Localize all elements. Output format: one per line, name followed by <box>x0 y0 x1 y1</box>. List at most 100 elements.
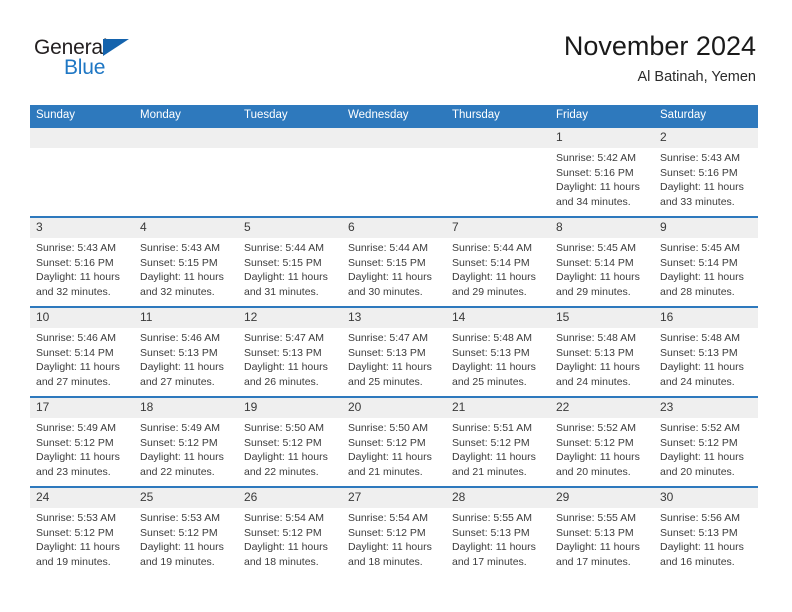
weekday-header-wednesday: Wednesday <box>342 105 446 127</box>
day-details: Sunrise: 5:55 AM Sunset: 5:13 PM Daylight:… <box>446 508 550 569</box>
day-number <box>238 128 342 148</box>
sunset-time: Sunset: 5:12 PM <box>452 436 530 449</box>
daylight-duration-line1: Daylight: 11 hours <box>140 271 224 284</box>
daylight-duration-line2: and 24 minutes. <box>556 375 631 388</box>
daylight-duration-line1: Daylight: 11 hours <box>556 541 640 554</box>
calendar-day-cell[interactable]: 30 Sunrise: 5:56 AM Sunset: 5:13 PM Dayligh… <box>654 486 758 576</box>
brand-name-blue: Blue <box>64 56 106 79</box>
sunset-time: Sunset: 5:12 PM <box>140 526 218 539</box>
daylight-duration-line2: and 25 minutes. <box>348 375 423 388</box>
calendar-day-cell[interactable]: 5 Sunrise: 5:44 AM Sunset: 5:15 PM Daylight… <box>238 216 342 307</box>
sunset-time: Sunset: 5:12 PM <box>348 526 426 539</box>
calendar-day-cell[interactable]: 12 Sunrise: 5:47 AM Sunset: 5:13 PM Dayligh… <box>238 306 342 397</box>
calendar-day-cell[interactable]: 11 Sunrise: 5:46 AM Sunset: 5:13 PM Dayligh… <box>134 306 238 397</box>
calendar-day-cell[interactable]: 25 Sunrise: 5:53 AM Sunset: 5:12 PM Dayligh… <box>134 486 238 576</box>
sunset-time: Sunset: 5:12 PM <box>36 526 114 539</box>
sunrise-time: Sunrise: 5:45 AM <box>660 242 740 254</box>
weekday-header-friday: Friday <box>550 105 654 127</box>
day-number: 16 <box>654 308 758 328</box>
calendar-day-cell[interactable]: 10 Sunrise: 5:46 AM Sunset: 5:14 PM Dayligh… <box>30 306 134 397</box>
day-details: Sunrise: 5:53 AM Sunset: 5:12 PM Daylight:… <box>134 508 238 569</box>
sunrise-time: Sunrise: 5:44 AM <box>244 242 324 254</box>
calendar-day-cell[interactable]: 27 Sunrise: 5:54 AM Sunset: 5:12 PM Dayligh… <box>342 486 446 576</box>
title-block: November 2024 Al Batinah, Yemen <box>564 30 756 87</box>
calendar-day-cell[interactable]: 13 Sunrise: 5:47 AM Sunset: 5:13 PM Dayligh… <box>342 306 446 397</box>
day-details: Sunrise: 5:45 AM Sunset: 5:14 PM Daylight:… <box>550 238 654 299</box>
brand-logo[interactable]: General Blue <box>34 36 164 86</box>
daylight-duration-line2: and 33 minutes. <box>660 195 735 208</box>
calendar-day-cell[interactable]: 23 Sunrise: 5:52 AM Sunset: 5:12 PM Dayligh… <box>654 396 758 487</box>
calendar-day-cell[interactable]: 24 Sunrise: 5:53 AM Sunset: 5:12 PM Dayligh… <box>30 486 134 576</box>
calendar-day-cell[interactable]: 16 Sunrise: 5:48 AM Sunset: 5:13 PM Dayligh… <box>654 306 758 397</box>
calendar-day-cell[interactable]: 22 Sunrise: 5:52 AM Sunset: 5:12 PM Dayligh… <box>550 396 654 487</box>
daylight-duration-line2: and 34 minutes. <box>556 195 631 208</box>
day-details: Sunrise: 5:44 AM Sunset: 5:15 PM Daylight:… <box>342 238 446 299</box>
sunrise-time: Sunrise: 5:48 AM <box>660 332 740 344</box>
day-number: 26 <box>238 488 342 508</box>
calendar-day-cell[interactable]: 15 Sunrise: 5:48 AM Sunset: 5:13 PM Dayligh… <box>550 306 654 397</box>
day-number: 1 <box>550 128 654 148</box>
calendar-table: Sunday Monday Tuesday Wednesday Thursday… <box>30 105 758 576</box>
daylight-duration-line2: and 21 minutes. <box>452 465 527 478</box>
sunset-time: Sunset: 5:13 PM <box>452 346 530 359</box>
calendar-day-cell[interactable]: 2 Sunrise: 5:43 AM Sunset: 5:16 PM Daylight… <box>654 126 758 217</box>
sunrise-time: Sunrise: 5:52 AM <box>660 422 740 434</box>
calendar-day-cell[interactable]: 20 Sunrise: 5:50 AM Sunset: 5:12 PM Dayligh… <box>342 396 446 487</box>
calendar-day-cell[interactable]: 19 Sunrise: 5:50 AM Sunset: 5:12 PM Dayligh… <box>238 396 342 487</box>
daylight-duration-line2: and 28 minutes. <box>660 285 735 298</box>
calendar-day-cell[interactable]: 17 Sunrise: 5:49 AM Sunset: 5:12 PM Dayligh… <box>30 396 134 487</box>
day-number: 19 <box>238 398 342 418</box>
calendar-week-row: 3 Sunrise: 5:43 AM Sunset: 5:16 PM Daylight… <box>30 216 758 307</box>
day-details: Sunrise: 5:55 AM Sunset: 5:13 PM Daylight:… <box>550 508 654 569</box>
calendar-week-row: 1 Sunrise: 5:42 AM Sunset: 5:16 PM Daylight… <box>30 126 758 217</box>
calendar-day-cell[interactable]: 21 Sunrise: 5:51 AM Sunset: 5:12 PM Dayligh… <box>446 396 550 487</box>
day-number: 25 <box>134 488 238 508</box>
day-number: 9 <box>654 218 758 238</box>
day-number <box>342 128 446 148</box>
calendar-day-cell[interactable]: 9 Sunrise: 5:45 AM Sunset: 5:14 PM Daylight… <box>654 216 758 307</box>
daylight-duration-line2: and 20 minutes. <box>660 465 735 478</box>
day-number: 6 <box>342 218 446 238</box>
calendar-day-cell[interactable]: 4 Sunrise: 5:43 AM Sunset: 5:15 PM Daylight… <box>134 216 238 307</box>
calendar-page: General Blue November 2024 Al Batinah, Y… <box>0 0 792 612</box>
daylight-duration-line1: Daylight: 11 hours <box>660 181 744 194</box>
calendar-day-cell[interactable]: 14 Sunrise: 5:48 AM Sunset: 5:13 PM Dayligh… <box>446 306 550 397</box>
daylight-duration-line2: and 30 minutes. <box>348 285 423 298</box>
calendar-day-cell[interactable]: 29 Sunrise: 5:55 AM Sunset: 5:13 PM Dayligh… <box>550 486 654 576</box>
daylight-duration-line1: Daylight: 11 hours <box>452 271 536 284</box>
sunrise-time: Sunrise: 5:54 AM <box>348 512 428 524</box>
daylight-duration-line1: Daylight: 11 hours <box>556 181 640 194</box>
sunset-time: Sunset: 5:14 PM <box>660 256 738 269</box>
sunrise-time: Sunrise: 5:55 AM <box>556 512 636 524</box>
sunrise-time: Sunrise: 5:51 AM <box>452 422 532 434</box>
day-number: 21 <box>446 398 550 418</box>
sunset-time: Sunset: 5:13 PM <box>660 346 738 359</box>
sunset-time: Sunset: 5:15 PM <box>348 256 426 269</box>
calendar-day-cell[interactable]: 1 Sunrise: 5:42 AM Sunset: 5:16 PM Daylight… <box>550 126 654 217</box>
daylight-duration-line2: and 16 minutes. <box>660 555 735 568</box>
sunrise-time: Sunrise: 5:46 AM <box>140 332 220 344</box>
calendar-day-cell[interactable]: 18 Sunrise: 5:49 AM Sunset: 5:12 PM Dayligh… <box>134 396 238 487</box>
daylight-duration-line2: and 18 minutes. <box>244 555 319 568</box>
sunset-time: Sunset: 5:12 PM <box>36 436 114 449</box>
calendar-day-cell[interactable]: 3 Sunrise: 5:43 AM Sunset: 5:16 PM Daylight… <box>30 216 134 307</box>
day-number: 23 <box>654 398 758 418</box>
calendar-day-cell[interactable]: 26 Sunrise: 5:54 AM Sunset: 5:12 PM Dayligh… <box>238 486 342 576</box>
daylight-duration-line1: Daylight: 11 hours <box>36 541 120 554</box>
daylight-duration-line2: and 17 minutes. <box>556 555 631 568</box>
calendar-day-cell[interactable]: 8 Sunrise: 5:45 AM Sunset: 5:14 PM Daylight… <box>550 216 654 307</box>
sunset-time: Sunset: 5:15 PM <box>140 256 218 269</box>
daylight-duration-line2: and 19 minutes. <box>36 555 111 568</box>
calendar-day-cell[interactable]: 7 Sunrise: 5:44 AM Sunset: 5:14 PM Daylight… <box>446 216 550 307</box>
day-details: Sunrise: 5:54 AM Sunset: 5:12 PM Daylight:… <box>342 508 446 569</box>
day-details: Sunrise: 5:50 AM Sunset: 5:12 PM Daylight:… <box>238 418 342 479</box>
calendar-day-cell[interactable]: 28 Sunrise: 5:55 AM Sunset: 5:13 PM Dayligh… <box>446 486 550 576</box>
daylight-duration-line1: Daylight: 11 hours <box>348 361 432 374</box>
weekday-header-monday: Monday <box>134 105 238 127</box>
sunrise-time: Sunrise: 5:42 AM <box>556 152 636 164</box>
calendar-day-cell-empty <box>134 126 238 217</box>
sunrise-time: Sunrise: 5:43 AM <box>36 242 116 254</box>
calendar-week-row: 10 Sunrise: 5:46 AM Sunset: 5:14 PM Dayligh… <box>30 306 758 397</box>
day-details: Sunrise: 5:53 AM Sunset: 5:12 PM Daylight:… <box>30 508 134 569</box>
calendar-day-cell[interactable]: 6 Sunrise: 5:44 AM Sunset: 5:15 PM Daylight… <box>342 216 446 307</box>
